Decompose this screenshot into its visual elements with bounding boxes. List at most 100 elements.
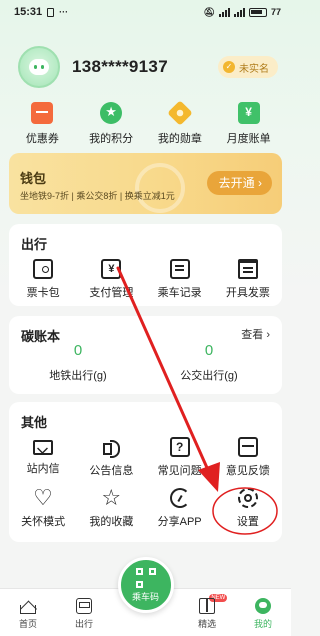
travel-title: 出行 — [21, 237, 48, 252]
profile-icon — [255, 598, 272, 614]
more-icon: ··· — [59, 7, 69, 17]
speaker-icon — [101, 437, 121, 458]
wallet-activate-button[interactable]: 去开通 › — [206, 171, 272, 195]
profile-header[interactable]: 138****9137 ✓ 未实名 — [18, 46, 278, 88]
ticket-card-icon — [33, 259, 54, 279]
tab-label: 首页 — [18, 619, 37, 629]
signal-icon-2 — [233, 7, 245, 17]
tab-picks[interactable]: NEW 精选 — [179, 589, 235, 636]
signal-icon — [218, 7, 230, 17]
other-item-announcements[interactable]: 公告信息 — [77, 437, 145, 478]
travel-card: 出行 票卡包 支付管理 乘车记录 开具发票 — [9, 224, 282, 306]
medal-icon — [167, 100, 193, 126]
travel-item-label: 票卡包 — [26, 287, 60, 299]
care-icon — [33, 485, 53, 511]
travel-item-label: 支付管理 — [89, 287, 134, 299]
mail-icon — [33, 440, 54, 455]
other-item-faq[interactable]: 常见问题 — [146, 437, 214, 478]
tab-label: 我的 — [254, 619, 273, 629]
carbon-bus: 0 公交出行(g) — [149, 342, 269, 383]
qr-code-icon — [135, 567, 156, 588]
wallet-banner[interactable]: 钱包 坐地铁9-7折 | 乘公交8折 | 换乘立减1元 去开通 › — [9, 153, 282, 214]
tab-ride-code[interactable]: 乘车码 — [112, 557, 179, 636]
status-time: 15:31 — [14, 6, 43, 18]
other-item-label: 关怀模式 — [21, 516, 66, 528]
mute-icon: 🔕︎ — [203, 6, 215, 17]
other-item-care-mode[interactable]: 关怀模式 — [9, 485, 77, 529]
carbon-metro-label: 地铁出行(g) — [49, 370, 107, 382]
other-grid-row-1: 站内信 公告信息 常见问题 意见反馈 — [9, 437, 282, 478]
coupon-icon — [31, 102, 54, 124]
quick-link-label: 优惠券 — [25, 133, 59, 145]
other-title: 其他 — [21, 415, 48, 430]
travel-item-ride-record[interactable]: 乘车记录 — [146, 259, 214, 300]
verify-label: 未实名 — [239, 63, 269, 75]
travel-item-ticket-card[interactable]: 票卡包 — [9, 259, 77, 300]
quick-link-label: 我的勋章 — [157, 133, 202, 145]
ride-record-icon — [169, 259, 190, 279]
wallet-title: 钱包 — [20, 171, 47, 186]
quick-link-label: 我的积分 — [89, 133, 134, 145]
other-item-favorites[interactable]: 我的收藏 — [77, 485, 145, 529]
quick-link-points[interactable]: 我的积分 — [79, 102, 143, 146]
tab-travel[interactable]: 出行 — [56, 589, 112, 636]
other-item-messages[interactable]: 站内信 — [9, 437, 77, 478]
other-item-label: 我的收藏 — [89, 516, 134, 528]
carbon-metro-value: 0 — [73, 342, 83, 359]
share-icon — [169, 488, 190, 508]
travel-item-label: 乘车记录 — [157, 287, 202, 299]
other-item-label: 意见反馈 — [225, 465, 270, 477]
carbon-bus-value: 0 — [204, 342, 214, 359]
verify-icon: ✓ — [223, 61, 235, 73]
bus-icon — [75, 598, 92, 614]
quick-link-medals[interactable]: 我的勋章 — [148, 100, 212, 146]
travel-item-payment[interactable]: 支付管理 — [77, 259, 145, 300]
carbon-view-link[interactable]: 查看 › — [241, 326, 270, 342]
quick-link-monthly-bill[interactable]: 月度账单 — [217, 102, 281, 146]
other-grid-row-2: 关怀模式 我的收藏 分享APP 设置 — [9, 485, 282, 529]
points-icon — [100, 102, 123, 124]
feedback-icon — [237, 437, 258, 457]
carbon-metro: 0 地铁出行(g) — [18, 342, 138, 383]
other-item-label: 分享APP — [157, 516, 202, 528]
payment-icon — [101, 259, 122, 279]
ride-code-button[interactable]: 乘车码 — [117, 557, 174, 613]
other-item-label: 公告信息 — [89, 465, 134, 477]
gift-icon — [199, 598, 216, 614]
status-bar: 15:31 ··· 🔕︎ 77 — [0, 0, 291, 24]
faq-icon — [169, 437, 190, 457]
ride-code-label: 乘车码 — [132, 591, 160, 602]
battery-icon — [248, 7, 267, 17]
invoice-icon — [237, 259, 258, 279]
phone-number: 138****9137 — [72, 57, 168, 76]
other-item-share-app[interactable]: 分享APP — [146, 488, 214, 529]
carbon-bus-label: 公交出行(g) — [180, 370, 238, 382]
other-item-label: 常见问题 — [157, 465, 202, 477]
other-item-label: 站内信 — [26, 463, 60, 475]
tab-home[interactable]: 首页 — [0, 589, 56, 636]
tab-mine[interactable]: 我的 — [235, 589, 291, 636]
quick-links: 优惠券 我的积分 我的勋章 月度账单 — [0, 100, 291, 146]
avatar[interactable] — [18, 46, 60, 88]
carbon-card: 碳账本 查看 › 0 地铁出行(g) 0 公交出行(g) — [9, 316, 282, 394]
other-item-feedback[interactable]: 意见反馈 — [214, 437, 282, 478]
quick-link-label: 月度账单 — [226, 133, 271, 145]
travel-item-invoice[interactable]: 开具发票 — [214, 259, 282, 300]
other-card: 其他 站内信 公告信息 常见问题 意见反馈 关怀模式 我的收藏 分享A — [9, 402, 282, 542]
bill-icon — [237, 102, 260, 124]
other-item-label: 设置 — [236, 516, 259, 528]
travel-grid: 票卡包 支付管理 乘车记录 开具发票 — [9, 259, 282, 300]
travel-item-label: 开具发票 — [225, 287, 270, 299]
wallet-subtitle: 坐地铁9-7折 | 乘公交8折 | 换乘立减1元 — [20, 191, 175, 201]
sim-icon — [47, 7, 55, 17]
home-icon — [19, 605, 36, 614]
battery-percent: 77 — [270, 7, 281, 17]
tab-label: 精选 — [198, 619, 217, 629]
verify-button[interactable]: ✓ 未实名 — [218, 56, 278, 78]
star-icon — [101, 485, 121, 511]
other-item-settings[interactable]: 设置 — [214, 488, 282, 529]
tab-label: 出行 — [74, 619, 93, 629]
gear-icon — [237, 488, 258, 508]
bottom-tab-bar: 首页 出行 乘车码 NEW 精选 我的 — [0, 557, 291, 636]
quick-link-coupons[interactable]: 优惠券 — [10, 102, 74, 146]
